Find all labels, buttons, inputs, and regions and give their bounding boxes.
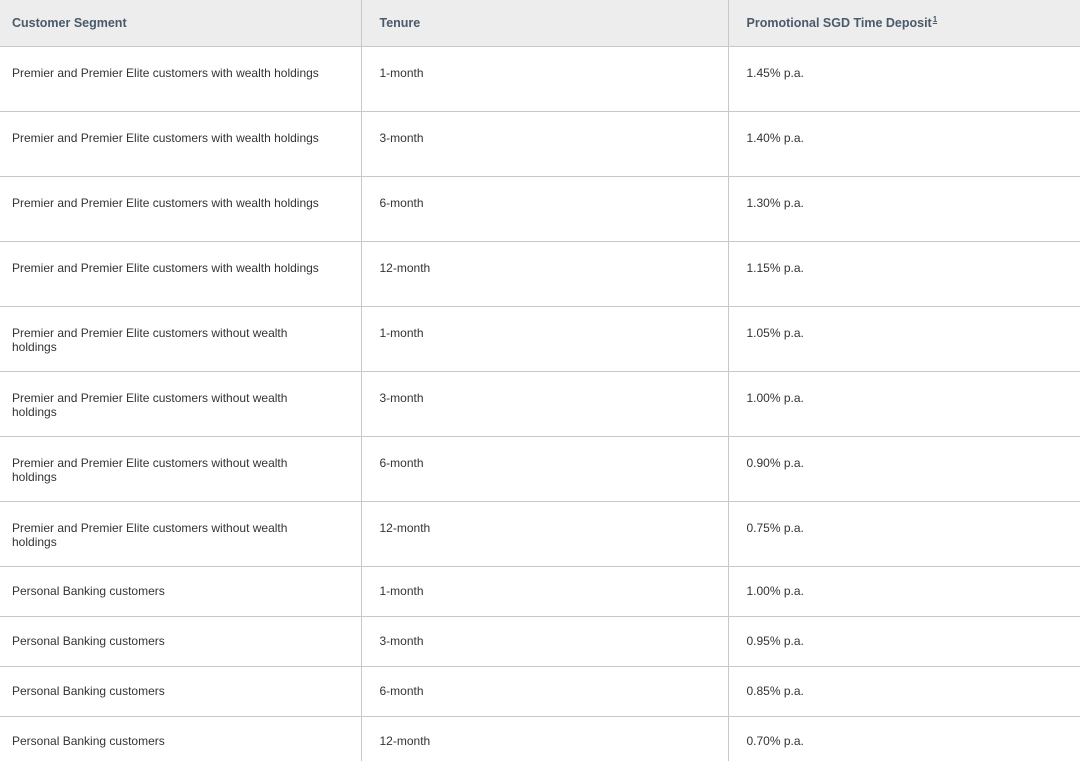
cell-tenure: 3-month [361,371,729,437]
table-header: Customer Segment Tenure Promotional SGD … [0,0,1080,47]
cell-tenure: 6-month [361,176,729,242]
cell-rate: 1.00% p.a. [728,371,1080,437]
cell-segment: Personal Banking customers [0,566,362,617]
cell-rate: 1.40% p.a. [728,111,1080,177]
header-promotional-rate: Promotional SGD Time Deposit1 [728,0,1080,47]
table-row: Premier and Premier Elite customers with… [0,306,1080,372]
cell-rate: 0.70% p.a. [728,716,1080,761]
cell-tenure: 6-month [361,436,729,502]
cell-segment: Personal Banking customers [0,666,362,717]
header-customer-segment: Customer Segment [0,0,362,47]
table-row: Premier and Premier Elite customers with… [0,111,1080,177]
rates-table: Customer Segment Tenure Promotional SGD … [0,0,1080,761]
cell-tenure: 1-month [361,46,729,112]
cell-rate: 1.45% p.a. [728,46,1080,112]
table-row: Premier and Premier Elite customers with… [0,46,1080,112]
table-row: Personal Banking customers 1-month 1.00%… [0,566,1080,617]
cell-tenure: 12-month [361,241,729,307]
cell-segment: Premier and Premier Elite customers with… [0,111,362,177]
table-row: Premier and Premier Elite customers with… [0,371,1080,437]
table-row: Personal Banking customers 6-month 0.85%… [0,666,1080,717]
cell-tenure: 3-month [361,111,729,177]
cell-segment: Premier and Premier Elite customers with… [0,436,362,502]
cell-segment: Premier and Premier Elite customers with… [0,241,362,307]
cell-segment: Premier and Premier Elite customers with… [0,176,362,242]
cell-segment: Premier and Premier Elite customers with… [0,306,362,372]
cell-rate: 1.15% p.a. [728,241,1080,307]
cell-tenure: 12-month [361,716,729,761]
cell-rate: 0.75% p.a. [728,501,1080,567]
header-row: Customer Segment Tenure Promotional SGD … [0,0,1080,47]
table-row: Personal Banking customers 12-month 0.70… [0,716,1080,761]
cell-segment: Premier and Premier Elite customers with… [0,46,362,112]
cell-rate: 1.00% p.a. [728,566,1080,617]
table-row: Premier and Premier Elite customers with… [0,241,1080,307]
cell-segment: Premier and Premier Elite customers with… [0,371,362,437]
table-row: Premier and Premier Elite customers with… [0,436,1080,502]
cell-rate: 1.30% p.a. [728,176,1080,242]
table-row: Premier and Premier Elite customers with… [0,501,1080,567]
cell-tenure: 1-month [361,566,729,617]
cell-rate: 0.90% p.a. [728,436,1080,502]
cell-tenure: 6-month [361,666,729,717]
table-row: Premier and Premier Elite customers with… [0,176,1080,242]
cell-tenure: 3-month [361,616,729,667]
cell-rate: 0.95% p.a. [728,616,1080,667]
cell-tenure: 12-month [361,501,729,567]
cell-segment: Premier and Premier Elite customers with… [0,501,362,567]
header-tenure: Tenure [361,0,729,47]
cell-tenure: 1-month [361,306,729,372]
table-row: Personal Banking customers 3-month 0.95%… [0,616,1080,667]
cell-segment: Personal Banking customers [0,716,362,761]
cell-rate: 1.05% p.a. [728,306,1080,372]
footnote-link[interactable]: 1 [933,15,937,24]
table-body: Premier and Premier Elite customers with… [0,46,1080,761]
cell-segment: Personal Banking customers [0,616,362,667]
cell-rate: 0.85% p.a. [728,666,1080,717]
